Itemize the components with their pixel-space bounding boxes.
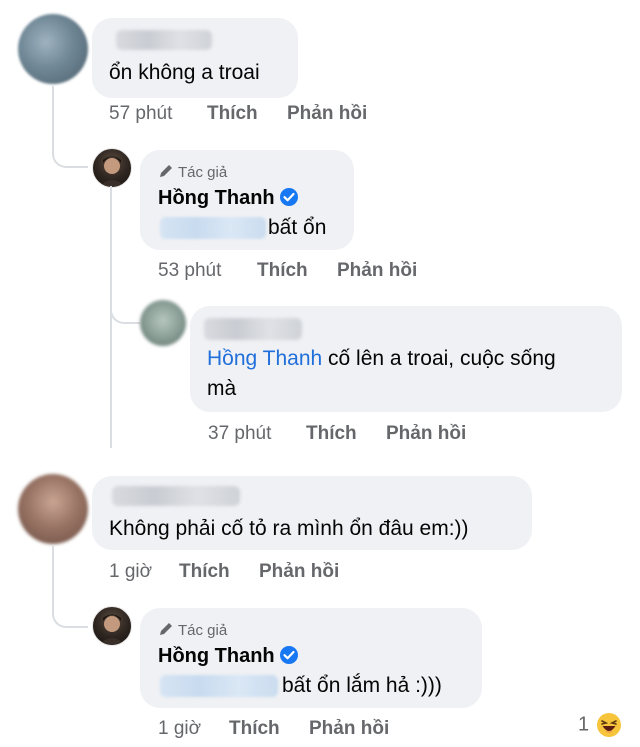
reply-button[interactable]: Phản hồi (386, 423, 466, 445)
commenter-avatar[interactable] (18, 14, 88, 84)
comment-time[interactable]: 37 phút (208, 423, 271, 445)
comment-bubble: ổn không a troai (92, 18, 298, 98)
comment-text: Hồng Thanh cố lên a troai, cuộc sống (207, 344, 556, 374)
verified-badge-icon (279, 646, 298, 664)
author-portrait-icon (99, 614, 125, 645)
verified-badge-icon (279, 188, 298, 206)
comment-time[interactable]: 57 phút (109, 103, 172, 125)
commenter-avatar[interactable] (140, 300, 186, 346)
laughing-emoji-icon (596, 713, 621, 737)
pen-icon (160, 623, 172, 635)
mention-link[interactable]: Hồng Thanh (207, 347, 322, 370)
thread-connector (52, 130, 88, 168)
reply-button[interactable]: Phản hồi (337, 260, 417, 282)
reply-button[interactable]: Phản hồi (287, 103, 367, 125)
reaction-count: 1 (578, 713, 590, 736)
commenter-avatar[interactable] (18, 474, 88, 544)
mentioned-name-blurred[interactable] (160, 675, 278, 697)
pen-icon (160, 165, 172, 177)
comment-time[interactable]: 53 phút (158, 260, 221, 282)
comment-text-line2: mà (207, 377, 237, 400)
author-comment-bubble: Tác giả Hồng Thanh bất ổn (140, 150, 354, 250)
commenter-name-blurred[interactable] (204, 318, 302, 340)
author-avatar[interactable] (92, 148, 132, 188)
thread-connector (110, 290, 140, 324)
author-name-text: Hồng Thanh (158, 187, 275, 209)
author-badge: Tác giả (158, 621, 227, 639)
author-badge-label: Tác giả (178, 164, 228, 181)
comment-text: ổn không a troai (109, 61, 260, 84)
author-badge-label: Tác giả (178, 622, 228, 639)
commenter-name-blurred[interactable] (116, 30, 212, 50)
comment-text: Không phải cố tỏ ra mình ổn đâu em:)) (109, 517, 469, 540)
comment-bubble: Hồng Thanh cố lên a troai, cuộc sống mà (190, 306, 622, 412)
author-name[interactable]: Hồng Thanh (158, 187, 299, 210)
comment-text-line1: cố lên a troai, cuộc sống (328, 347, 556, 370)
author-comment-bubble: Tác giả Hồng Thanh bất ổn lắm hả :))) (140, 608, 482, 708)
like-button[interactable]: Thích (229, 718, 280, 740)
mentioned-name-blurred[interactable] (160, 217, 266, 239)
reply-button[interactable]: Phản hồi (309, 718, 389, 740)
like-button[interactable]: Thích (257, 260, 308, 282)
like-button[interactable]: Thích (207, 103, 258, 125)
comment-time[interactable]: 1 giờ (109, 561, 152, 583)
author-portrait-icon (99, 156, 125, 187)
reaction-summary[interactable]: 1 (578, 712, 622, 742)
comment-time[interactable]: 1 giờ (158, 718, 201, 740)
author-name[interactable]: Hồng Thanh (158, 645, 299, 668)
author-badge: Tác giả (158, 163, 227, 181)
comment-bubble: Không phải cố tỏ ra mình ổn đâu em:)) (92, 476, 532, 550)
like-button[interactable]: Thích (306, 423, 357, 445)
reply-button[interactable]: Phản hồi (259, 561, 339, 583)
author-avatar[interactable] (92, 606, 132, 646)
author-name-text: Hồng Thanh (158, 645, 275, 667)
comment-text: bất ổn lắm hả :))) (282, 674, 442, 697)
comment-text: bất ổn (268, 216, 327, 239)
thread-connector (52, 590, 88, 628)
commenter-name-blurred[interactable] (112, 486, 240, 506)
like-button[interactable]: Thích (179, 561, 230, 583)
